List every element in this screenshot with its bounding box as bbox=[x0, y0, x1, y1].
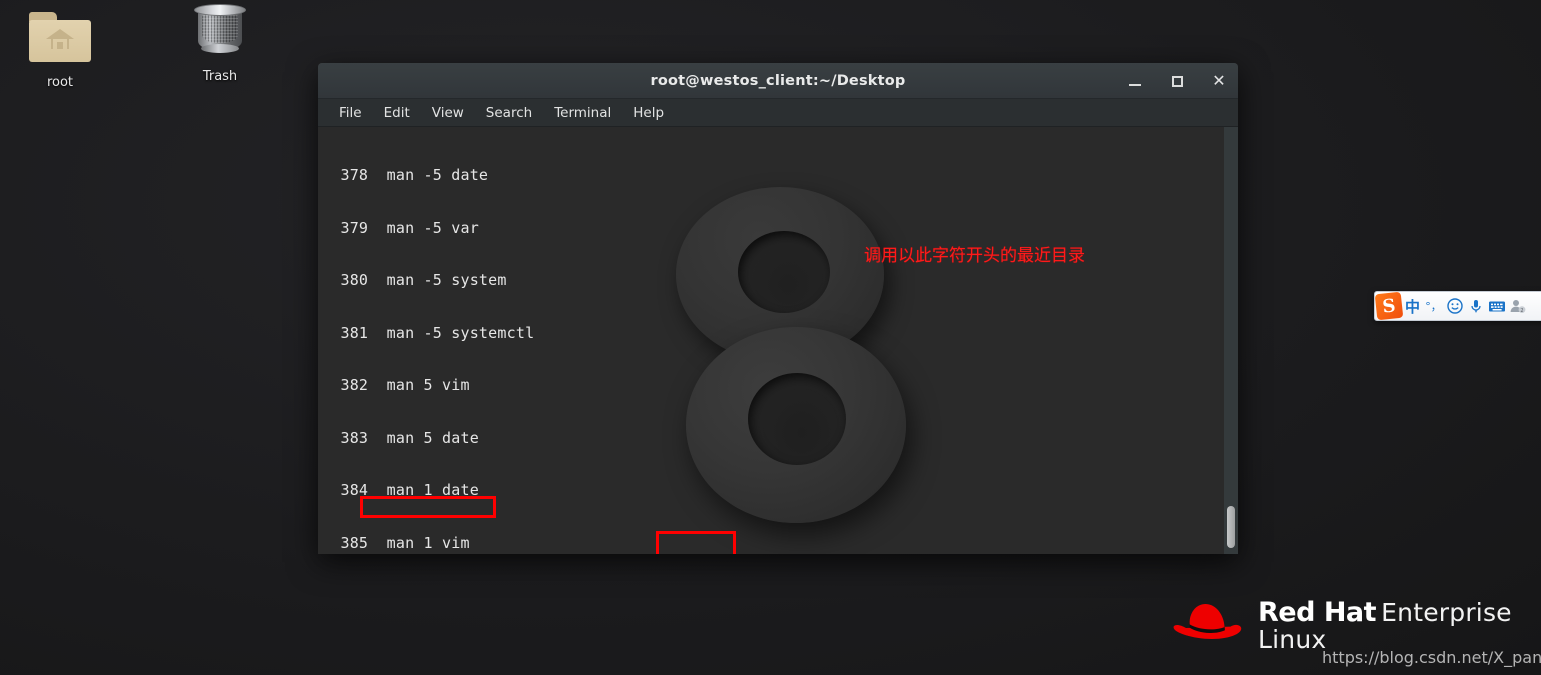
redhat-wordmark: Red Hat Enterprise Linux bbox=[1258, 598, 1541, 653]
redhat-logo: Red Hat Enterprise Linux bbox=[1172, 598, 1541, 653]
svg-text:2: 2 bbox=[1520, 308, 1523, 314]
terminal-line: 385 man 1 vim bbox=[322, 533, 470, 552]
terminal-window[interactable]: root@westos_client:~/Desktop ✕ File Edit… bbox=[318, 63, 1238, 554]
keyboard-icon[interactable] bbox=[1486, 293, 1507, 319]
window-controls: ✕ bbox=[1124, 63, 1230, 99]
close-button[interactable]: ✕ bbox=[1208, 70, 1230, 92]
desktop-icon-trash[interactable]: Trash bbox=[165, 2, 275, 84]
terminal-body[interactable]: 378 man -5 date 379 man -5 var 380 man -… bbox=[318, 127, 1238, 554]
desktop-icon-root[interactable]: root bbox=[5, 8, 115, 90]
smiley-icon[interactable] bbox=[1444, 293, 1465, 319]
terminal-line: 378 man -5 date bbox=[322, 166, 489, 184]
redhat-fedora-icon bbox=[1172, 598, 1244, 644]
ime-toolbar[interactable]: S 中 °， 2 bbox=[1374, 291, 1541, 321]
maximize-button[interactable] bbox=[1166, 70, 1188, 92]
title-bar[interactable]: root@westos_client:~/Desktop ✕ bbox=[318, 63, 1238, 99]
trash-can-icon bbox=[165, 2, 275, 64]
microphone-icon[interactable] bbox=[1465, 293, 1486, 319]
terminal-output: 378 man -5 date 379 man -5 var 380 man -… bbox=[318, 127, 1238, 554]
menu-item-view[interactable]: View bbox=[423, 102, 473, 124]
menu-item-search[interactable]: Search bbox=[477, 102, 541, 124]
menu-item-edit[interactable]: Edit bbox=[375, 102, 419, 124]
ime-punctuation-mode-button[interactable]: °， bbox=[1423, 293, 1444, 319]
menu-bar: File Edit View Search Terminal Help bbox=[318, 99, 1238, 127]
terminal-line: 383 man 5 date bbox=[322, 428, 479, 447]
terminal-line: 379 man -5 var bbox=[322, 218, 479, 237]
desktop: root Trash root@westos_client:~/Desktop … bbox=[0, 0, 1541, 675]
terminal-line: 384 man 1 date bbox=[322, 481, 479, 499]
ime-language-mode-button[interactable]: 中 bbox=[1402, 293, 1423, 319]
terminal-scrollbar[interactable] bbox=[1224, 127, 1238, 554]
annotation-note: 调用以此字符开头的最近目录 bbox=[864, 246, 1085, 266]
desktop-icon-label-root: root bbox=[46, 75, 74, 90]
menu-item-help[interactable]: Help bbox=[624, 102, 673, 124]
terminal-line: 381 man -5 systemctl bbox=[322, 323, 535, 342]
terminal-line: 380 man -5 system bbox=[322, 271, 507, 289]
window-title: root@westos_client:~/Desktop bbox=[650, 72, 906, 89]
minimize-button[interactable] bbox=[1124, 70, 1146, 92]
redhat-name: Red Hat bbox=[1258, 597, 1377, 628]
home-folder-icon bbox=[5, 8, 115, 70]
scrollbar-thumb[interactable] bbox=[1227, 506, 1235, 548]
person-icon[interactable]: 2 bbox=[1507, 293, 1528, 319]
desktop-icon-label-trash: Trash bbox=[202, 69, 238, 84]
terminal-line: 382 man 5 vim bbox=[322, 376, 470, 394]
sogou-logo-icon[interactable]: S bbox=[1375, 292, 1404, 320]
menu-item-file[interactable]: File bbox=[330, 102, 371, 124]
menu-item-terminal[interactable]: Terminal bbox=[545, 102, 620, 124]
blog-watermark: https://blog.csdn.net/X_pang bbox=[1322, 648, 1541, 667]
